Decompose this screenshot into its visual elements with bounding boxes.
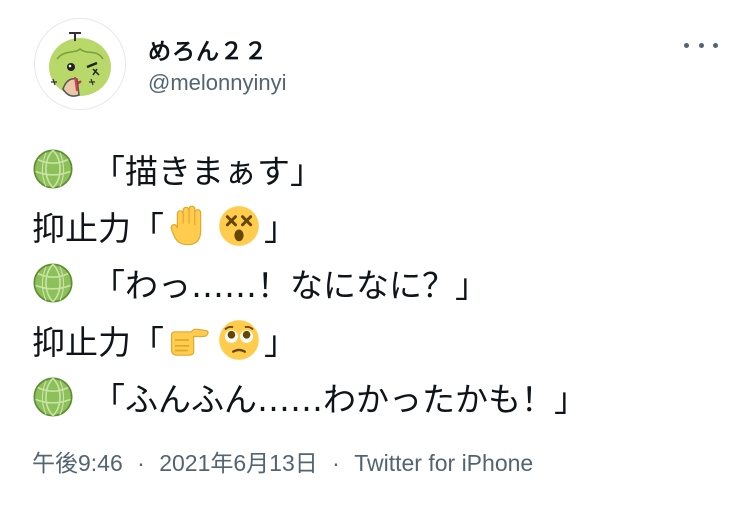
author-handle[interactable]: @melonnyinyi: [148, 70, 287, 96]
melon-emoji: [32, 262, 74, 304]
face-holding-back-tears-emoji: [218, 319, 260, 361]
tweet-line: 抑止力「 」: [32, 311, 732, 368]
tweet-text: 「描きまぁす」 抑止力「 」 「わっ……！なになに？」 抑止力「 」 「ふんふん…: [32, 140, 732, 425]
meta-separator: ·: [137, 450, 145, 476]
tweet-line: 「わっ……！なになに？」: [32, 254, 732, 311]
tweet-line: 抑止力「 」: [32, 197, 732, 254]
more-options-button[interactable]: [684, 30, 718, 60]
tweet-time[interactable]: 午後9:46: [32, 450, 123, 476]
tweet-date[interactable]: 2021年6月13日: [159, 450, 318, 476]
tweet-line: 「ふんふん……わかったかも！」: [32, 368, 732, 425]
melon-emoji: [32, 148, 74, 190]
more-dot: [698, 42, 704, 48]
avatar[interactable]: [34, 18, 126, 110]
tweet-line: 「描きまぁす」: [32, 140, 732, 197]
tweet-source[interactable]: Twitter for iPhone: [354, 450, 533, 476]
line-text: 「ふんふん……わかったかも！」: [92, 379, 587, 419]
tweet-meta: 午後9:46 · 2021年6月13日 · Twitter for iPhone: [32, 444, 533, 478]
pointing-hand-emoji: [168, 319, 210, 361]
raised-hand-emoji: [168, 205, 210, 247]
meta-separator: ·: [332, 450, 340, 476]
more-dot: [713, 42, 718, 48]
line-suffix: 」: [264, 322, 297, 362]
melon-emoji: [32, 376, 74, 418]
line-text: 「描きまぁす」: [92, 151, 323, 191]
line-suffix: 」: [264, 208, 297, 248]
more-dot: [684, 42, 689, 48]
line-prefix: 抑止力「: [32, 322, 164, 362]
dizzy-face-emoji: [218, 205, 260, 247]
line-text: 「わっ……！なになに？」: [92, 265, 488, 305]
line-prefix: 抑止力「: [32, 208, 164, 248]
author-display-name[interactable]: めろん２２: [148, 32, 268, 66]
